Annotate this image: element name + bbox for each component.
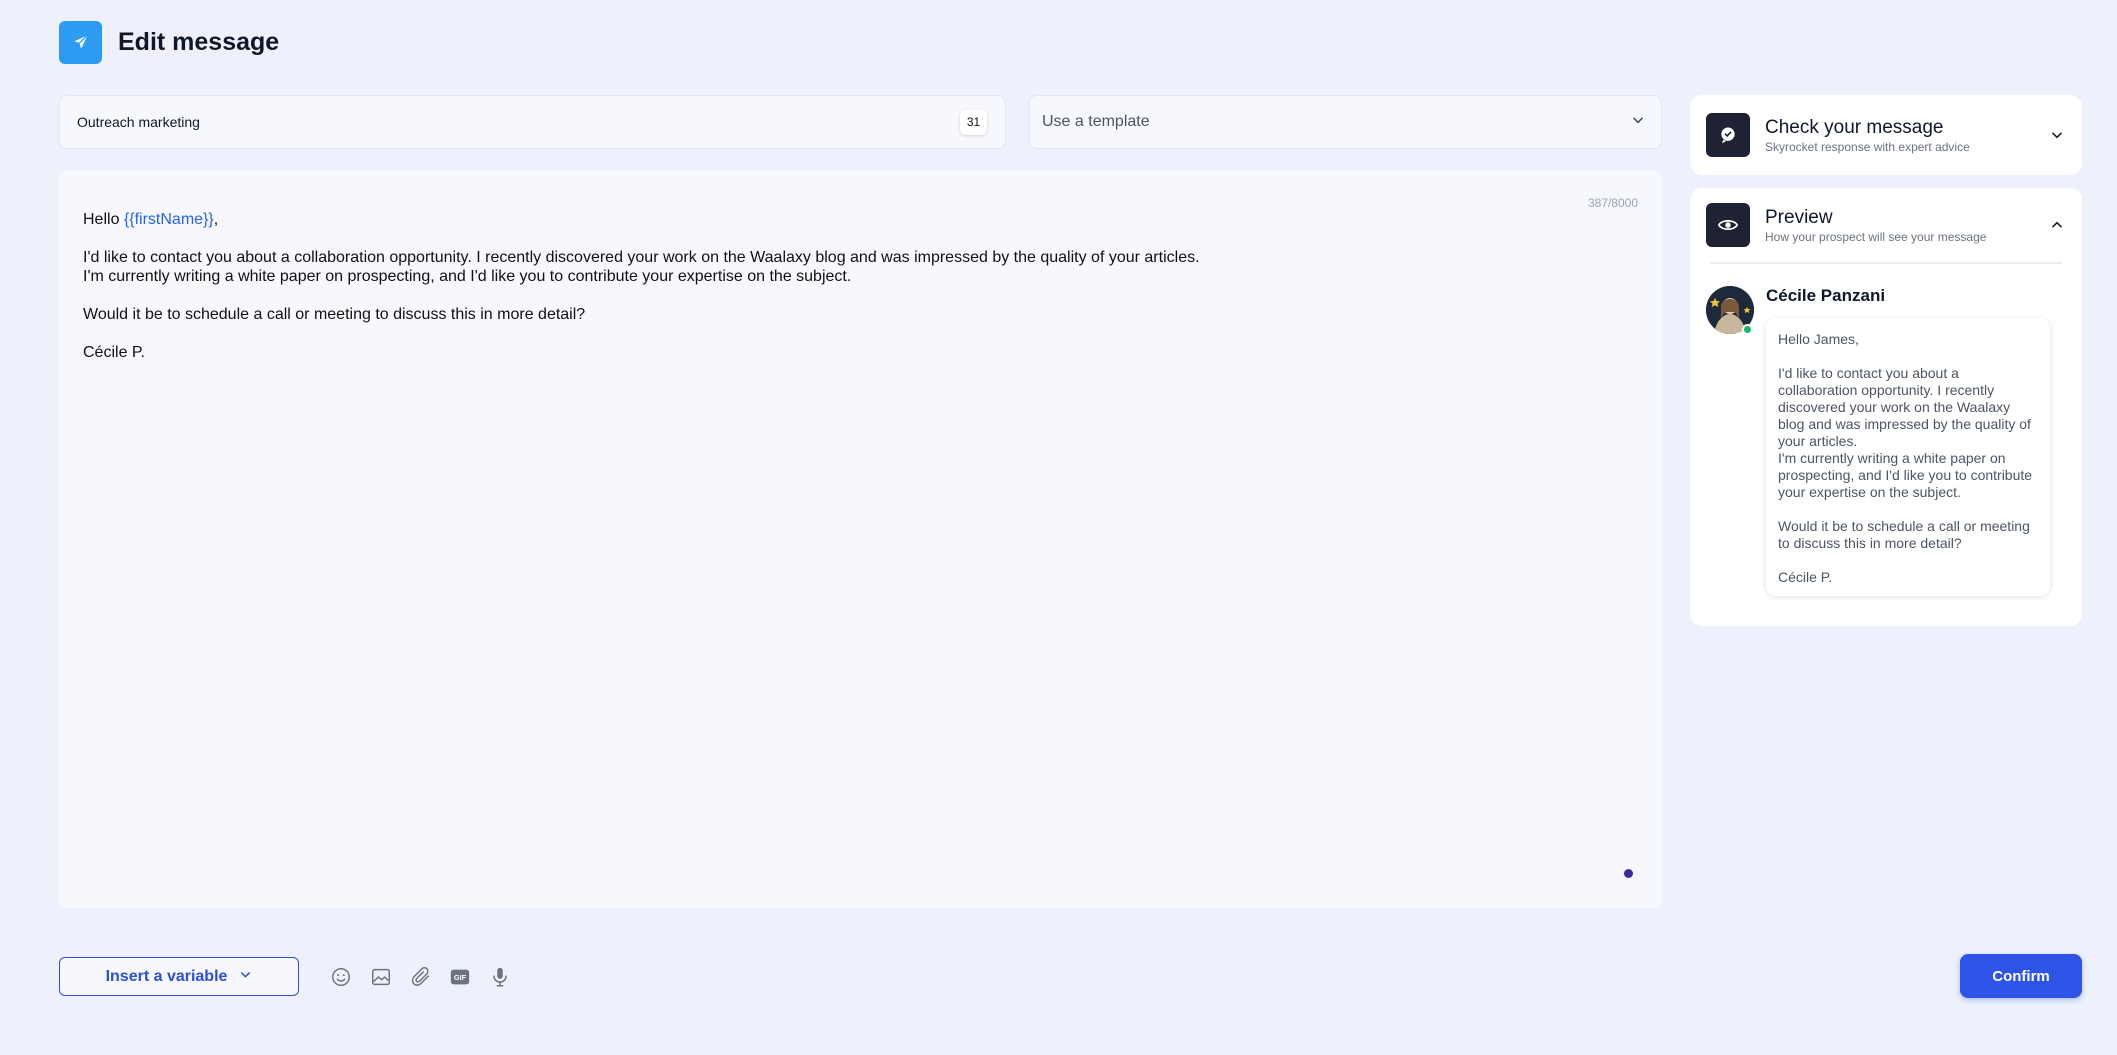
editor-line-1: I'd like to contact you about a collabor…	[83, 249, 1200, 266]
attachment-icon[interactable]	[409, 965, 433, 989]
emoji-icon[interactable]	[329, 965, 353, 989]
template-select[interactable]: Use a template	[1029, 95, 1662, 149]
chevron-up-icon[interactable]	[2048, 216, 2066, 234]
insert-variable-label: Insert a variable	[105, 967, 228, 985]
character-counter: 387/8000	[1587, 196, 1638, 210]
chevron-down-icon	[239, 968, 252, 986]
message-editor[interactable]: 387/8000 Hello {{firstName}}, I'd like t…	[59, 170, 1662, 908]
check-message-subtitle: Skyrocket response with expert advice	[1765, 139, 1970, 154]
message-preview-bubble: Hello James, I'd like to contact you abo…	[1766, 318, 2050, 596]
chat-bubble-icon	[1706, 113, 1750, 157]
preview-card: Preview How your prospect will see your …	[1690, 188, 2082, 626]
header: Edit message	[59, 20, 279, 64]
preview-line-2: I'm currently writing a white paper on p…	[1778, 450, 2033, 500]
preview-greeting: Hello James,	[1778, 331, 1859, 347]
message-name-field[interactable]: Outreach marketing 31	[59, 95, 1006, 149]
preview-question: Would it be to schedule a call or meetin…	[1778, 518, 2030, 551]
chevron-down-icon[interactable]	[2048, 126, 2066, 144]
page-title: Edit message	[118, 27, 280, 56]
editor-greeting: Hello	[83, 211, 124, 228]
editor-signature: Cécile P.	[83, 344, 145, 361]
char-count-badge: 31	[960, 109, 987, 135]
microphone-icon[interactable]	[488, 965, 512, 989]
preview-header[interactable]: Preview How your prospect will see your …	[1690, 188, 2082, 262]
sender-name: Cécile Panzani	[1766, 286, 1886, 305]
editor-line-2: I'm currently writing a white paper on p…	[83, 268, 852, 285]
gif-label: GIF	[454, 973, 467, 982]
chevron-down-icon	[1631, 113, 1645, 132]
editor-greeting-suffix: ,	[213, 211, 219, 228]
preview-title: Preview	[1765, 206, 1833, 228]
check-message-card[interactable]: Check your message Skyrocket response wi…	[1690, 95, 2082, 175]
eye-icon	[1706, 203, 1750, 247]
image-icon[interactable]	[369, 965, 393, 989]
first-name-variable[interactable]: {{firstName}}	[124, 211, 214, 228]
preview-body: Cécile Panzani Hello James, I'd like to …	[1690, 264, 2082, 626]
editor-text[interactable]: Hello {{firstName}}, I'd like to contact…	[83, 210, 1622, 381]
template-select-placeholder: Use a template	[1042, 113, 1150, 130]
status-dot	[1624, 869, 1633, 878]
preview-subtitle: How your prospect will see your message	[1765, 229, 1987, 244]
preview-line-1: I'd like to contact you about a collabor…	[1778, 365, 2031, 449]
check-message-header[interactable]: Check your message Skyrocket response wi…	[1690, 95, 2082, 175]
paper-plane-icon	[59, 20, 102, 64]
confirm-button[interactable]: Confirm	[1960, 954, 2082, 998]
online-indicator	[1742, 324, 1753, 335]
insert-variable-button[interactable]: Insert a variable	[59, 957, 299, 996]
editor-question: Would it be to schedule a call or meetin…	[83, 306, 586, 323]
gif-icon[interactable]: GIF	[448, 965, 472, 989]
preview-signature: Cécile P.	[1778, 569, 1833, 585]
check-message-title: Check your message	[1765, 116, 1944, 138]
message-name-value[interactable]: Outreach marketing	[77, 114, 960, 130]
